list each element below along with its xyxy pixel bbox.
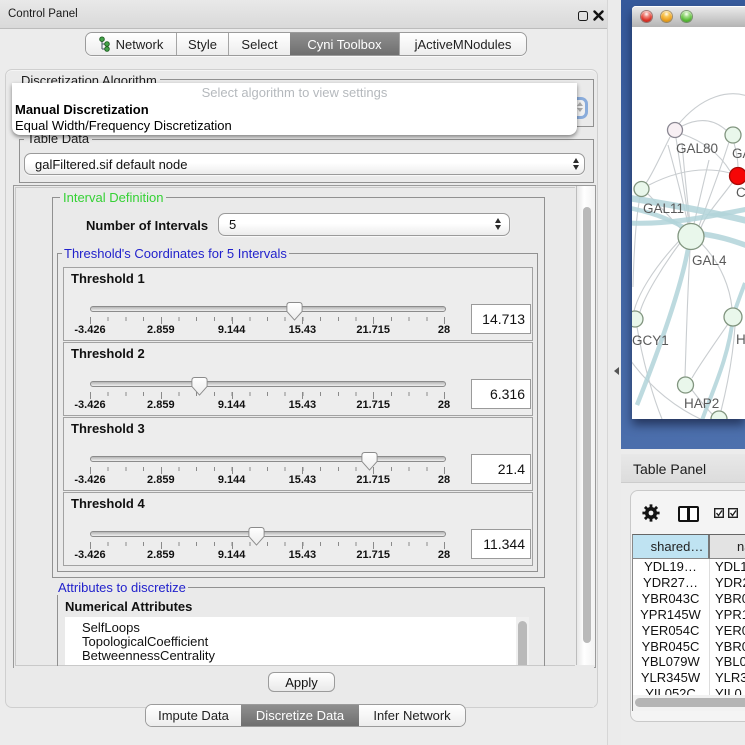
svg-text:GAL80: GAL80 xyxy=(676,141,718,156)
svg-text:GA: GA xyxy=(732,146,745,161)
svg-text:GAL11: GAL11 xyxy=(643,201,684,216)
svg-text:H: H xyxy=(736,332,745,347)
svg-text:GAL4: GAL4 xyxy=(692,253,727,268)
svg-text:GCY1: GCY1 xyxy=(632,333,669,348)
svg-text:C: C xyxy=(736,185,745,200)
svg-text:HAP2: HAP2 xyxy=(684,396,719,411)
